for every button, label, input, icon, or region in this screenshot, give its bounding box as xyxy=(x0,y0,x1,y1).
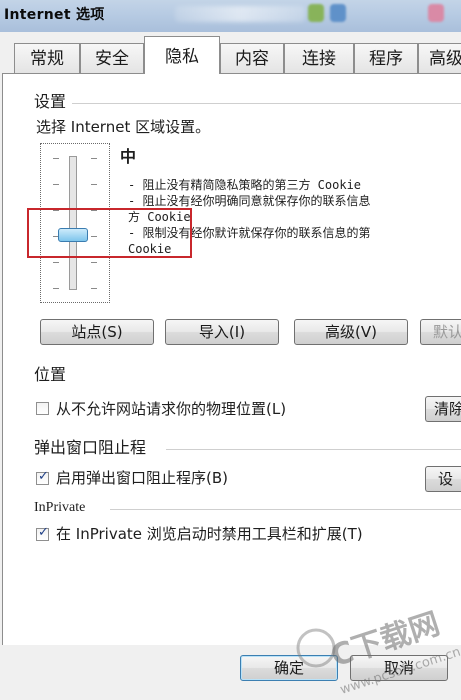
checkmark-icon: ✓ xyxy=(38,525,49,540)
location-checkbox-label: 从不允许网站请求你的物理位置(L) xyxy=(56,400,287,418)
level-description-line: - 阻止没有经你明确同意就保存你的联系信息 xyxy=(128,194,371,208)
title-bar[interactable]: Internet 选项 xyxy=(0,0,461,32)
settings-group-line xyxy=(72,103,461,104)
clear-sites-button[interactable]: 清除 xyxy=(425,396,461,422)
sites-button[interactable]: 站点(S) xyxy=(40,319,154,345)
highlight-annotation xyxy=(27,208,192,258)
popup-settings-button[interactable]: 设 xyxy=(425,466,461,492)
privacy-level: 中 xyxy=(120,147,137,166)
location-group-title: 位置 xyxy=(34,365,71,385)
checkmark-icon: ✓ xyxy=(38,469,49,484)
settings-prompt: 选择 Internet 区域设置。 xyxy=(36,118,211,136)
popup-blocker-checkbox[interactable]: ✓ xyxy=(36,469,49,485)
tab-strip: 常规 安全 隐私 内容 连接 程序 高级 xyxy=(0,32,461,74)
slider-tick xyxy=(53,262,59,263)
tab-connections[interactable]: 连接 xyxy=(284,43,354,73)
settings-group-title: 设置 xyxy=(34,92,71,112)
green-app-icon xyxy=(308,4,324,22)
ok-button[interactable]: 确定 xyxy=(240,655,338,681)
inprivate-group-title: InPrivate xyxy=(34,498,90,518)
tab-programs[interactable]: 程序 xyxy=(354,43,418,73)
internet-options-window: Internet 选项 常规 安全 隐私 内容 连接 程序 高级 设置 选择 I… xyxy=(0,0,461,700)
title-bar-blur xyxy=(175,6,305,22)
cancel-button[interactable]: 取消 xyxy=(350,655,448,681)
location-checkbox[interactable] xyxy=(36,402,49,415)
inprivate-label: 在 InPrivate 浏览启动时禁用工具栏和扩展(T) xyxy=(56,525,363,543)
import-button[interactable]: 导入(I) xyxy=(165,319,279,345)
globe-icon xyxy=(330,4,346,22)
slider-tick xyxy=(53,288,59,289)
slider-tick xyxy=(91,158,97,159)
tab-content[interactable]: 内容 xyxy=(220,43,284,73)
slider-tick xyxy=(91,262,97,263)
slider-tick xyxy=(53,158,59,159)
inprivate-group-line xyxy=(110,509,461,510)
tab-general[interactable]: 常规 xyxy=(14,43,80,73)
tab-privacy[interactable]: 隐私 xyxy=(144,36,220,74)
inprivate-checkbox[interactable]: ✓ xyxy=(36,525,49,541)
popup-group-title: 弹出窗口阻止程 xyxy=(34,438,151,458)
tab-security[interactable]: 安全 xyxy=(80,43,144,73)
tab-advanced[interactable]: 高级 xyxy=(418,43,461,73)
popup-group-line xyxy=(166,449,461,450)
default-button[interactable]: 默认 xyxy=(420,319,461,345)
level-description-line: - 阻止没有精简隐私策略的第三方 Cookie xyxy=(128,178,362,192)
pink-app-icon xyxy=(428,4,444,22)
slider-tick xyxy=(91,184,97,185)
popup-blocker-label: 启用弹出窗口阻止程序(B) xyxy=(56,469,228,487)
advanced-button[interactable]: 高级(V) xyxy=(294,319,408,345)
slider-tick xyxy=(91,288,97,289)
window-title: Internet 选项 xyxy=(4,7,105,23)
slider-tick xyxy=(53,184,59,185)
